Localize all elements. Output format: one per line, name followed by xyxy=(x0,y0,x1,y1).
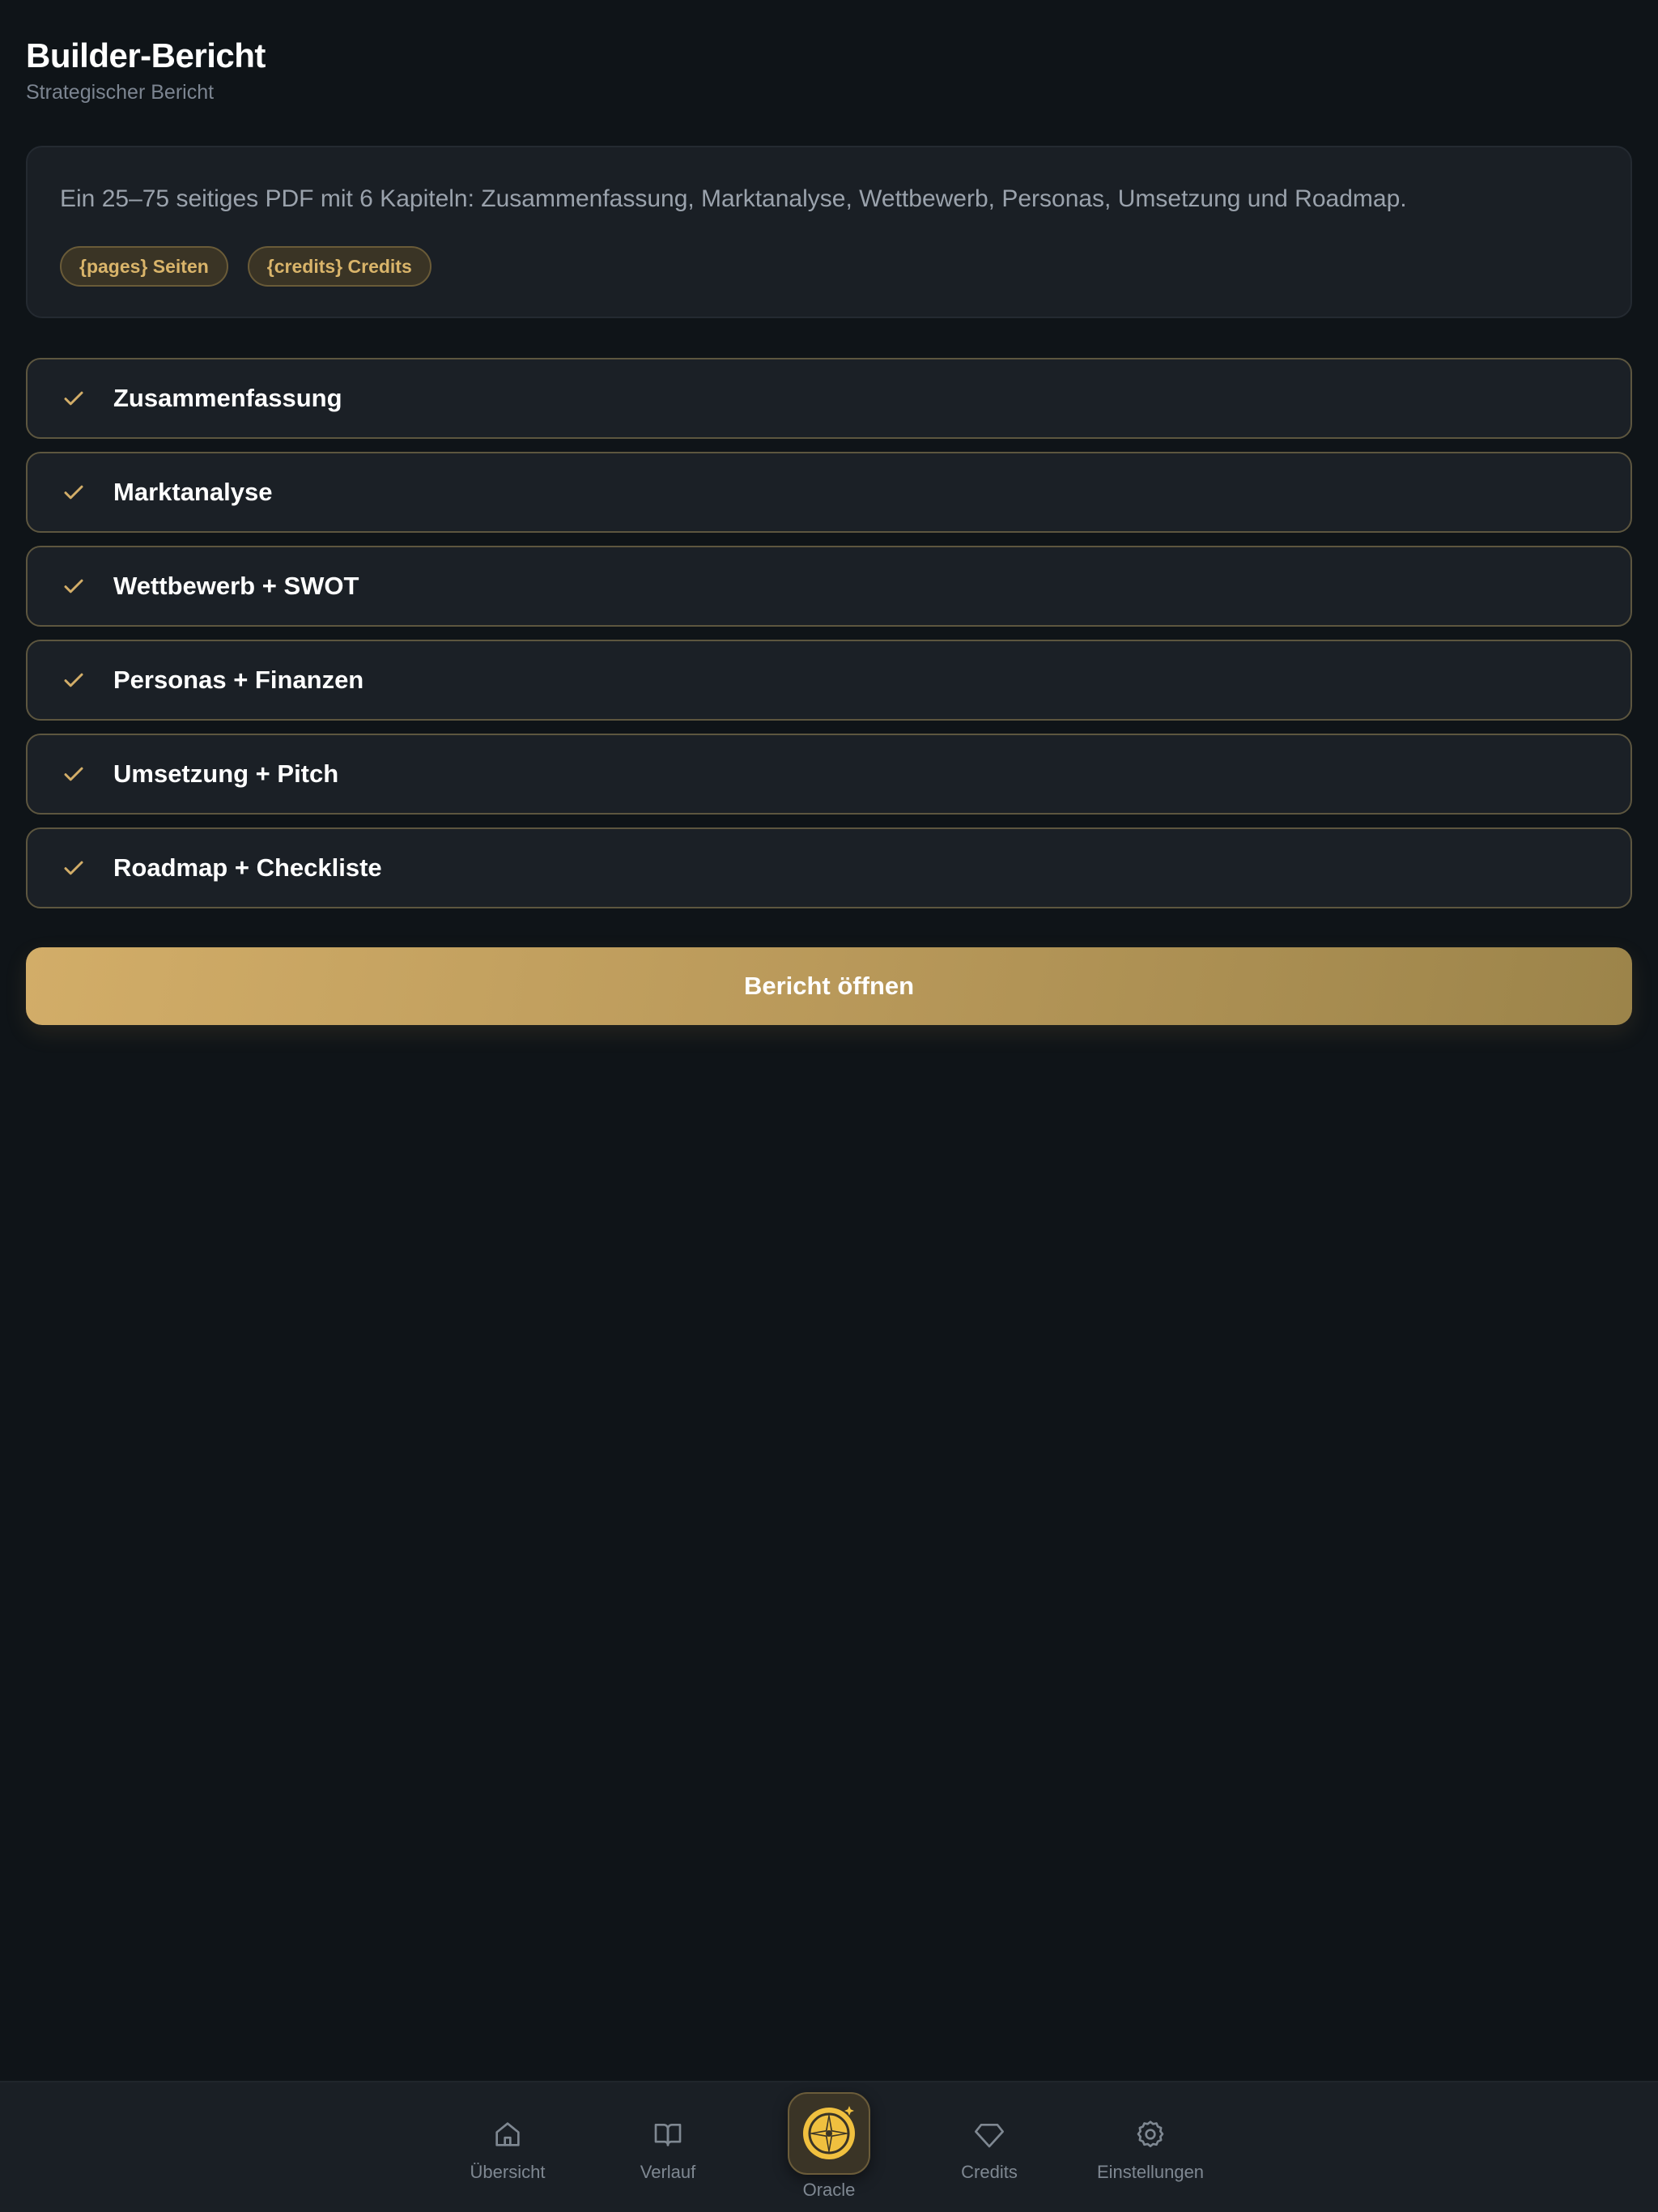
diamond-icon xyxy=(971,2116,1007,2152)
book-icon xyxy=(650,2116,686,2152)
chapter-label: Zusammenfassung xyxy=(113,384,342,412)
report-page: Builder-Bericht Strategischer Bericht Ei… xyxy=(0,0,1658,2212)
chapter-label: Marktanalyse xyxy=(113,478,273,506)
nav-item-overview[interactable]: Übersicht xyxy=(427,2116,589,2183)
check-icon xyxy=(62,856,86,880)
page-header: Builder-Bericht Strategischer Bericht xyxy=(26,36,266,105)
report-info-card: Ein 25–75 seitiges PDF mit 6 Kapiteln: Z… xyxy=(26,146,1632,318)
home-icon xyxy=(490,2116,525,2152)
credits-pill: {credits} Credits xyxy=(247,246,432,287)
chapter-label: Umsetzung + Pitch xyxy=(113,759,339,788)
chapter-item-marktanalyse[interactable]: Marktanalyse xyxy=(26,452,1632,533)
nav-label: Verlauf xyxy=(640,2162,696,2182)
check-icon xyxy=(62,480,86,504)
nav-label: Oracle xyxy=(802,2180,856,2200)
nav-item-oracle[interactable]: Oracle xyxy=(748,2092,910,2201)
check-icon xyxy=(62,668,86,692)
nav-item-settings[interactable]: Einstellungen xyxy=(1069,2116,1231,2183)
compass-icon xyxy=(788,2092,870,2175)
chapter-label: Roadmap + Checkliste xyxy=(113,853,382,882)
nav-item-history[interactable]: Verlauf xyxy=(587,2116,749,2183)
page-subtitle: Strategischer Bericht xyxy=(26,81,215,104)
report-pills: {pages} Seiten {credits} Credits xyxy=(60,246,1598,287)
chapter-label: Wettbewerb + SWOT xyxy=(113,572,359,600)
nav-label: Einstellungen xyxy=(1096,2162,1205,2182)
check-icon xyxy=(62,386,86,410)
gear-icon xyxy=(1133,2116,1168,2152)
check-icon xyxy=(62,574,86,598)
page-title: Builder-Bericht xyxy=(26,36,266,74)
check-icon xyxy=(62,762,86,786)
bottom-nav: Übersicht Verlauf Oracle Credits Einstel… xyxy=(0,2081,1658,2212)
report-description: Ein 25–75 seitiges PDF mit 6 Kapiteln: Z… xyxy=(60,185,1407,212)
chapter-item-personas[interactable]: Personas + Finanzen xyxy=(26,640,1632,721)
nav-label: Credits xyxy=(961,2162,1018,2182)
nav-item-credits[interactable]: Credits xyxy=(908,2116,1070,2183)
chapter-list: Zusammenfassung Marktanalyse Wettbewerb … xyxy=(26,358,1632,921)
chapter-item-wettbewerb[interactable]: Wettbewerb + SWOT xyxy=(26,546,1632,627)
nav-label: Übersicht xyxy=(470,2162,546,2182)
pages-pill: {pages} Seiten xyxy=(60,246,228,287)
chapter-item-zusammenfassung[interactable]: Zusammenfassung xyxy=(26,358,1632,439)
open-report-button[interactable]: Bericht öffnen xyxy=(26,947,1632,1025)
chapter-label: Personas + Finanzen xyxy=(113,666,364,694)
chapter-item-roadmap[interactable]: Roadmap + Checkliste xyxy=(26,827,1632,908)
chapter-item-umsetzung[interactable]: Umsetzung + Pitch xyxy=(26,734,1632,815)
